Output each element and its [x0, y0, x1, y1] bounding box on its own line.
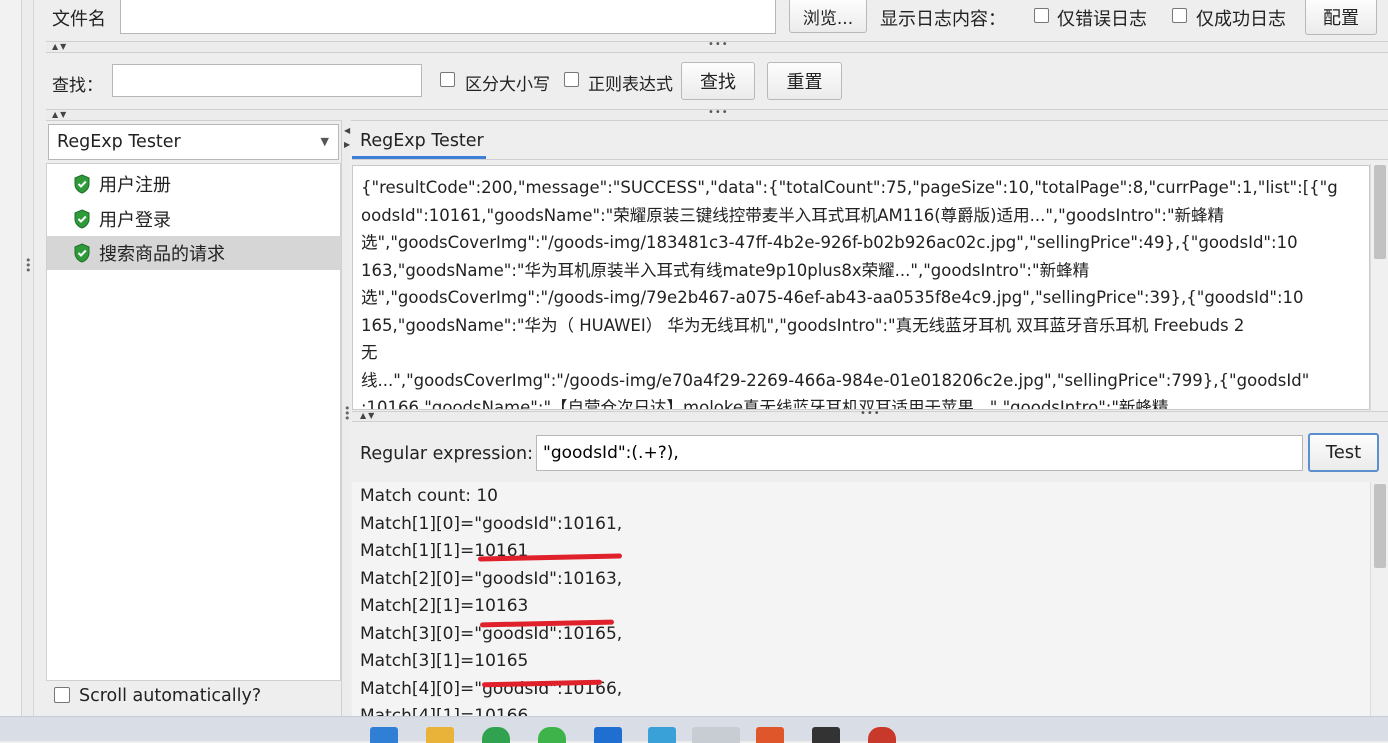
success-only-checkbox[interactable] — [1172, 8, 1187, 23]
browse-button[interactable]: 浏览... — [789, 0, 867, 33]
result-line: Match[4][1]=10166 — [360, 706, 529, 716]
splitter-arrows-icon[interactable]: ▲▼ — [52, 110, 68, 119]
test-button[interactable]: Test — [1308, 433, 1379, 472]
errors-only-checkbox[interactable] — [1034, 8, 1049, 23]
tab-divider — [352, 159, 1388, 160]
tree-item-label: 用户登录 — [99, 210, 171, 231]
os-taskbar — [0, 716, 1388, 743]
response-body[interactable]: {"resultCode":200,"message":"SUCCESS","d… — [352, 165, 1370, 410]
splitter-arrows-icon[interactable]: ▲▼ — [52, 42, 68, 51]
regex-input[interactable] — [536, 435, 1303, 471]
left-gutter-inner — [22, 0, 34, 716]
tab-label: RegExp Tester — [360, 131, 484, 151]
config-button[interactable]: 配置 — [1305, 0, 1377, 35]
filename-input[interactable] — [120, 0, 776, 34]
tab-regexp-tester[interactable]: RegExp Tester — [352, 126, 486, 159]
middle-splitter[interactable]: ▲▼ ••• — [46, 107, 1388, 121]
errors-only-label: 仅错误日志 — [1057, 9, 1147, 30]
response-line: 选","goodsCoverImg":"/goods-img/183481c3-… — [361, 233, 1298, 252]
vertical-splitter[interactable]: ◀ ▶ • • • — [341, 120, 351, 716]
search-input[interactable] — [112, 64, 422, 97]
response-line: 线...","goodsCoverImg":"/goods-img/e70a4f… — [361, 370, 1310, 390]
result-line: Match[1][1]=10161 — [360, 541, 529, 561]
splitter-grip-icon[interactable]: ••• — [344, 403, 351, 424]
log-display-label: 显示日志内容： — [880, 9, 1006, 30]
renderer-select-value: RegExp Tester — [57, 132, 181, 152]
find-button[interactable]: 查找 — [681, 62, 755, 100]
splitter-grip-icon[interactable]: ••• — [860, 408, 881, 419]
result-line: Match[2][1]=10163 — [360, 596, 529, 616]
case-sensitive-label: 区分大小写 — [465, 75, 550, 95]
response-line: 选","goodsCoverImg":"/goods-img/79e2b467-… — [361, 288, 1304, 307]
result-line: Match[2][0]="goodsId":10163, — [360, 568, 623, 589]
sampler-tree: 用户注册 用户登录 搜索商品的请求 — [46, 163, 341, 681]
filename-label: 文件名 — [52, 9, 106, 30]
scrollbar-thumb[interactable] — [1374, 484, 1386, 568]
response-line: 无 — [361, 343, 378, 362]
response-line: {"resultCode":200,"message":"SUCCESS","d… — [361, 178, 1338, 197]
tree-item-user-register[interactable]: 用户注册 — [47, 167, 341, 201]
success-shield-icon — [74, 243, 90, 263]
inner-splitter[interactable]: ▲▼ ••• — [352, 408, 1388, 422]
collapse-left-icon[interactable]: ◀ — [344, 126, 350, 135]
success-shield-icon — [74, 174, 90, 194]
response-line: 165,"goodsName":"华为（ HUAWEI） 华为无线耳机","go… — [361, 315, 1245, 335]
success-shield-icon — [74, 209, 90, 229]
top-splitter[interactable]: ▲▼ ••• — [46, 39, 1388, 53]
regex-label: 正则表达式 — [588, 75, 673, 95]
expand-right-icon[interactable]: ▶ — [344, 140, 350, 149]
splitter-grip-icon[interactable]: ••• — [708, 107, 729, 118]
success-only-label: 仅成功日志 — [1196, 9, 1286, 30]
response-line: 163,"goodsName":"华为耳机原装半入耳式有线mate9p10plu… — [361, 260, 1090, 280]
scroll-auto-label: Scroll automatically? — [79, 686, 262, 706]
scroll-auto-checkbox[interactable] — [54, 687, 70, 703]
reset-button[interactable]: 重置 — [767, 62, 842, 100]
tree-item-search-goods[interactable]: 搜索商品的请求 — [47, 236, 341, 270]
tree-item-user-login[interactable]: 用户登录 — [47, 202, 341, 236]
result-line: Match[4][0]="goodsId":10166, — [360, 678, 623, 699]
response-line: oodsId":10161,"goodsName":"荣耀原装三键线控带麦半入耳… — [361, 205, 1225, 225]
left-gutter — [0, 0, 22, 716]
response-scrollbar[interactable] — [1370, 163, 1388, 411]
result-line: Match[1][0]="goodsId":10161, — [360, 513, 623, 534]
splitter-grip-icon[interactable]: ••• — [708, 39, 729, 50]
results-scrollbar[interactable] — [1370, 482, 1388, 716]
chevron-down-icon: ▼ — [320, 135, 329, 148]
regex-label: Regular expression: — [360, 444, 533, 464]
splitter-arrows-icon[interactable]: ▲▼ — [360, 411, 376, 420]
case-sensitive-checkbox[interactable] — [440, 72, 455, 87]
renderer-select[interactable]: RegExp Tester ▼ — [48, 124, 339, 160]
tree-item-label: 搜索商品的请求 — [99, 244, 225, 265]
result-line: Match[3][1]=10165 — [360, 651, 529, 671]
tree-item-label: 用户注册 — [99, 175, 171, 196]
result-line: Match count: 10 — [360, 486, 499, 506]
regex-checkbox[interactable] — [564, 72, 579, 87]
search-label: 查找： — [52, 76, 103, 96]
side-splitter-grip[interactable]: • • • — [25, 255, 32, 276]
scrollbar-thumb[interactable] — [1374, 165, 1386, 259]
